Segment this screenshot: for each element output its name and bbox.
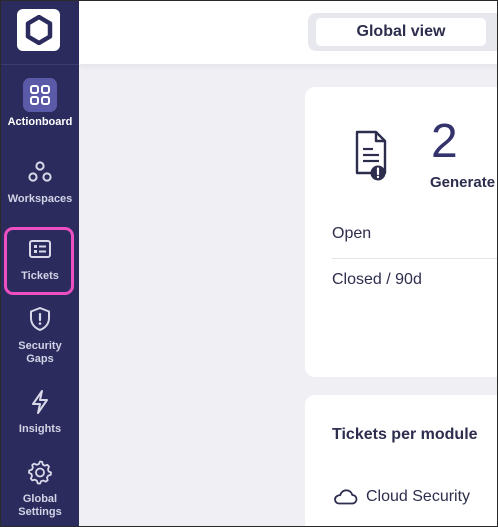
row-divider xyxy=(332,258,497,259)
module-row-cloud-security[interactable]: Cloud Security xyxy=(332,488,470,506)
lightning-icon xyxy=(23,385,57,419)
grid-icon xyxy=(23,78,57,112)
generated-count: 2 xyxy=(431,115,458,168)
sidebar-item-global-settings[interactable]: Global Settings xyxy=(1,455,79,519)
open-row-label: Open xyxy=(332,225,372,242)
sidebar-item-label: Workspaces xyxy=(7,193,73,205)
sidebar-item-label: Actionboard xyxy=(7,116,73,128)
gear-icon xyxy=(23,455,57,489)
card-title: Tickets per module xyxy=(332,426,478,443)
closed-row-label: Closed / 90d xyxy=(332,271,422,288)
tickets-highlight-outline xyxy=(4,227,74,295)
logo-area xyxy=(1,1,79,65)
sidebar-item-label: Security Gaps xyxy=(18,340,62,365)
tickets-summary-card: 2 Generate Open Closed / 90d xyxy=(305,87,497,377)
generated-label: Generate xyxy=(430,174,496,191)
top-bar: Global view xyxy=(79,1,497,64)
app-window: Actionboard Workspaces Tickets Security … xyxy=(0,0,498,527)
tickets-per-module-card: Tickets per module Cloud Security xyxy=(305,395,497,526)
document-alert-icon xyxy=(355,130,387,181)
sidebar-item-insights[interactable]: Insights xyxy=(1,385,79,436)
sidebar-item-label: Insights xyxy=(18,423,62,435)
module-label: Cloud Security xyxy=(366,488,471,505)
sidebar-item-workspaces[interactable]: Workspaces xyxy=(1,155,79,206)
shield-alert-icon xyxy=(23,302,57,336)
view-switcher: Global view xyxy=(308,13,497,51)
app-logo[interactable] xyxy=(17,9,60,51)
sidebar-item-security-gaps[interactable]: Security Gaps xyxy=(1,302,79,366)
cloud-icon xyxy=(334,489,358,505)
sidebar-item-actionboard[interactable]: Actionboard xyxy=(1,78,79,129)
workspaces-icon xyxy=(23,155,57,189)
hexagon-logo-icon xyxy=(25,15,52,45)
global-view-button[interactable]: Global view xyxy=(316,18,486,46)
sidebar-item-label: Global Settings xyxy=(18,493,62,518)
sidebar: Actionboard Workspaces Tickets Security … xyxy=(1,1,79,526)
